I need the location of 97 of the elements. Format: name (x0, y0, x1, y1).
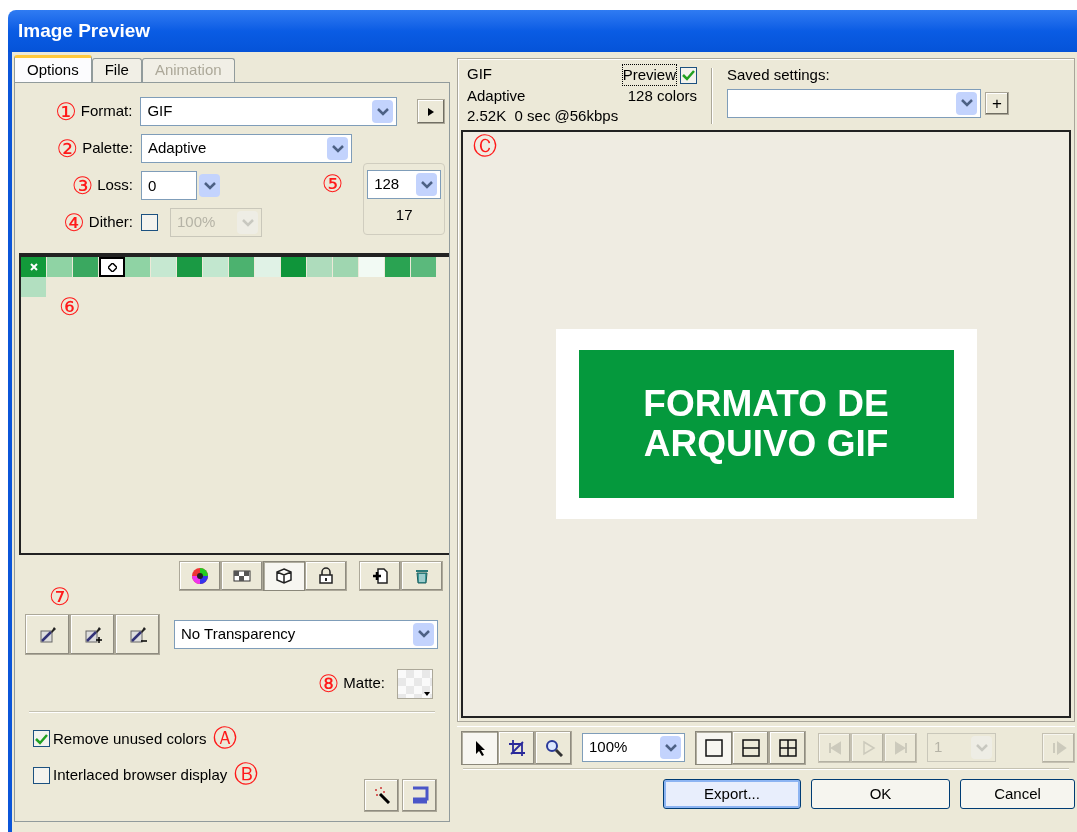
checkbox[interactable] (680, 66, 697, 84)
tool-button[interactable] (498, 730, 535, 765)
crop-icon (507, 738, 526, 757)
checkbox-label[interactable]: Remove unused colors (53, 727, 207, 750)
tool-button[interactable] (364, 778, 399, 812)
field-label: Saved settings: (727, 65, 831, 85)
tool-button[interactable] (695, 730, 732, 765)
add-button[interactable]: + (985, 91, 1009, 115)
tab[interactable]: Options (14, 55, 92, 82)
annotation-marker: ⑧ (317, 671, 340, 696)
loss-field[interactable]: 0 (141, 171, 197, 200)
checkbox-label[interactable]: Interlaced browser display (53, 764, 228, 787)
tool-button[interactable] (179, 561, 221, 591)
field-label: Palette: (82, 138, 133, 159)
checkbox[interactable] (33, 766, 50, 784)
chevron-down-icon (331, 144, 344, 153)
field-label: Format: (80, 101, 133, 122)
tool-button[interactable] (359, 561, 401, 591)
chevron-down-icon (664, 743, 677, 752)
banner-text: ARQUIVO GIF (643, 424, 889, 464)
eyedropper-icon (38, 625, 57, 643)
caret-icon (424, 691, 430, 696)
tool-button[interactable] (221, 561, 263, 591)
dropdown-arrow-button[interactable] (327, 137, 348, 160)
lock-icon (317, 567, 335, 585)
tool-button[interactable] (535, 730, 572, 765)
banner-text: FORMATO DE (643, 384, 889, 424)
cube-icon (275, 567, 293, 585)
chevron-down-icon (376, 107, 389, 116)
color-count: 17 (395, 205, 413, 225)
dropdown-arrow-button[interactable] (199, 174, 220, 197)
window-title: Image Preview (18, 18, 151, 43)
annotation-marker: Ⓑ (234, 760, 259, 788)
preview-checkbox-label[interactable]: Preview (621, 64, 677, 86)
tool-button[interactable] (115, 613, 160, 655)
dropdown[interactable]: 128 (367, 170, 442, 199)
single-view-icon (704, 738, 723, 757)
diamond-icon (107, 262, 117, 272)
dropdown[interactable] (727, 88, 981, 118)
chevron-down-icon (241, 218, 254, 227)
options-menu-button[interactable] (417, 99, 445, 124)
chevron-down-icon (960, 99, 973, 107)
dropdown[interactable]: GIF (140, 97, 398, 126)
dropdown-arrow-button[interactable] (660, 736, 681, 759)
tool-button[interactable] (402, 778, 437, 812)
tab[interactable]: File (91, 58, 142, 82)
color-wheel-icon (191, 567, 209, 585)
magnifier-icon (544, 738, 563, 757)
dropdown[interactable]: No Transparency (174, 619, 438, 649)
tool-button[interactable] (461, 730, 498, 765)
dialog-button[interactable]: Export... (663, 779, 801, 809)
annotation-marker: Ⓐ (213, 723, 238, 752)
bracket-icon (410, 786, 429, 804)
add-page-icon (371, 567, 389, 585)
color-swatch[interactable] (99, 257, 125, 277)
eyedropper-plus-icon (83, 625, 102, 643)
dialog-button[interactable]: OK (811, 779, 950, 809)
tool-button[interactable] (732, 730, 769, 765)
dropdown[interactable]: Adaptive (141, 134, 352, 163)
annotation-marker: ⑦ (49, 583, 71, 611)
annotation-marker: Ⓒ (473, 132, 497, 160)
four-view-icon (778, 738, 797, 757)
field-label: Matte: (343, 673, 385, 694)
annotation-marker: ⑤ (321, 170, 344, 199)
dialog-button[interactable]: Cancel (960, 779, 1075, 809)
magic-wand-icon (372, 786, 391, 804)
info-text: Adaptive (467, 86, 526, 106)
annotation-marker: ② (56, 136, 79, 161)
eyedropper-minus-icon (128, 625, 147, 643)
annotation-marker: ① (55, 99, 77, 124)
tool-button[interactable] (769, 730, 806, 765)
checkbox[interactable] (33, 730, 50, 748)
dropdown-arrow-button[interactable] (416, 173, 438, 196)
chevron-down-icon (203, 181, 216, 190)
chevron-down-icon (417, 630, 430, 638)
info-text: 128 colors (627, 86, 697, 106)
matte-swatch-button[interactable] (397, 668, 433, 699)
field-label: Loss: (97, 175, 133, 196)
tool-button[interactable] (263, 561, 305, 591)
dropdown[interactable]: 100% (582, 733, 685, 762)
annotation-marker: ⑥ (59, 293, 81, 321)
tool-button[interactable] (305, 561, 347, 591)
dropdown-arrow-button[interactable] (372, 100, 394, 123)
dropdown-arrow-button[interactable] (956, 91, 977, 115)
triangle-right-icon (428, 107, 435, 116)
chevron-down-icon (975, 743, 988, 752)
field-label: Dither: (88, 212, 133, 233)
info-text: 2.52K 0 sec @56kbps (467, 106, 620, 126)
chevron-down-icon (420, 180, 433, 189)
annotation-marker: ④ (63, 210, 85, 235)
tool-button[interactable] (70, 613, 115, 655)
annotation-marker: ③ (71, 173, 94, 198)
trash-icon (413, 567, 431, 585)
info-text: GIF (467, 64, 492, 84)
dropdown-arrow-button[interactable] (413, 622, 434, 646)
checker-icon (233, 567, 251, 585)
two-view-icon (741, 738, 760, 757)
